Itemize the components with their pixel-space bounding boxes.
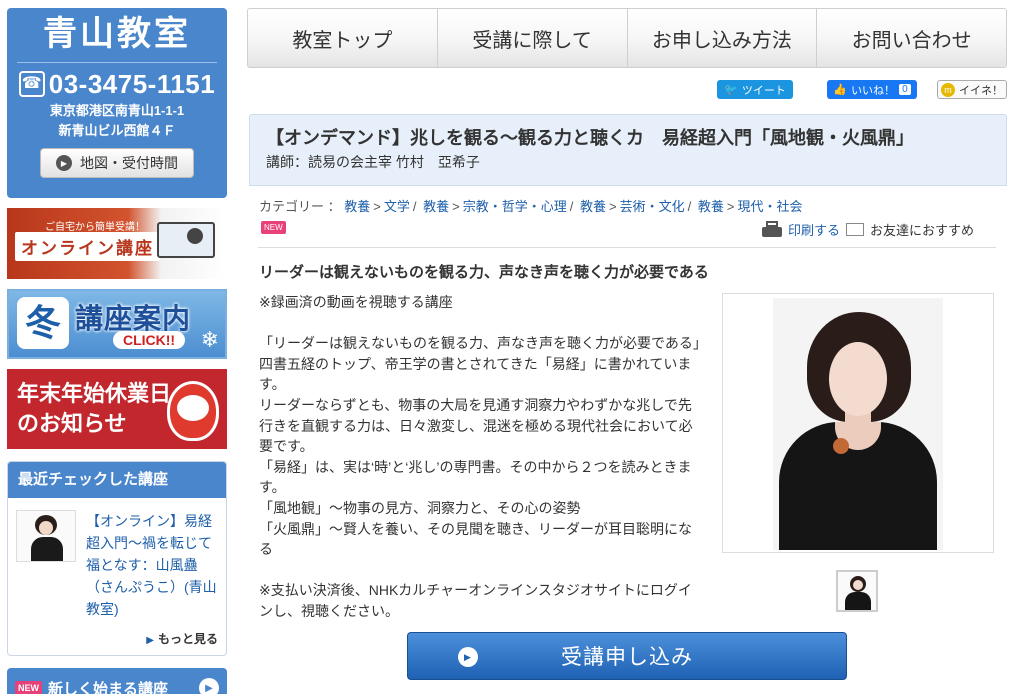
course-instructor: 講師：読易の会主宰 竹村 亞希子 [266, 154, 480, 170]
play-icon: ▶ [458, 647, 478, 667]
course-title: 【オンデマンド】兆しを観る～観る力と聴くカ 易経超入門「風地観・火風鼎」 [266, 128, 914, 148]
course-header: 【オンデマンド】兆しを観る～観る力と聴くカ 易経超入門「風地観・火風鼎」 講師：… [249, 114, 1007, 186]
nav-contact[interactable]: お問い合わせ [817, 9, 1006, 67]
phone-icon: ☎ [18, 71, 45, 97]
online-course-banner[interactable]: ご自宅から簡単受講！ オンライン講座 [7, 208, 227, 279]
description-line [259, 560, 705, 581]
snowflake-icon: ❄ [200, 327, 219, 352]
phone-number[interactable]: 03-3475-1151 [49, 69, 215, 99]
person-icon [187, 228, 203, 244]
play-icon: ▶ [56, 155, 72, 171]
mixi-iine-button[interactable]: m イイネ！ [937, 80, 1007, 99]
apply-label: 受講申し込み [561, 646, 693, 669]
left-sidebar: 青山教室 ☎ 03-3475-1151 東京都港区南青山1-1-1 新青山ビル西… [7, 8, 227, 694]
recent-item-thumbnail[interactable] [16, 510, 76, 562]
category-link[interactable]: 現代・社会 [737, 199, 802, 214]
description-line: 四書五経のトップ、帝王学の書とされてきた「易経」に書かれています。 [259, 355, 692, 393]
new-courses-header[interactable]: NEW 新しく始まる講座 ▶ [7, 668, 227, 694]
description-line [259, 313, 705, 334]
print-link[interactable]: 印刷する [762, 220, 840, 239]
mail-icon [846, 223, 864, 236]
recent-item: 【オンライン】易経超入門〜禍を転じて福となす：山風蠱（さんぷうこ）(青山教室) [8, 498, 226, 626]
map-hours-button[interactable]: ▶ 地図・受付時間 [40, 148, 194, 178]
description-line: ※録画済の動画を視聴する講座 [259, 294, 453, 310]
description-line: 「易経」は、実は‘時’と‘兆し’の専門書。その中から２つを読みときます。 [259, 458, 692, 496]
holiday-line-2: のお知らせ [17, 411, 127, 436]
category-link[interactable]: 宗教・哲学・心理 [463, 199, 567, 214]
new-courses-title: 新しく始まる講座 [48, 680, 169, 694]
course-lead: リーダーは観えないものを観る力、声なき声を聴く力が必要である [259, 264, 709, 281]
nav-classroom-top[interactable]: 教室トップ [248, 9, 438, 67]
new-badge: NEW [15, 681, 42, 694]
instructor-photo-image [773, 298, 943, 550]
divider [17, 62, 217, 63]
school-info-box: 青山教室 ☎ 03-3475-1151 東京都港区南青山1-1-1 新青山ビル西… [7, 8, 227, 198]
map-hours-label: 地図・受付時間 [80, 155, 178, 171]
address: 東京都港区南青山1-1-1 新青山ビル西館４Ｆ [7, 101, 227, 141]
instructor-photo[interactable] [722, 293, 994, 553]
twitter-bird-icon: 🐦 [724, 84, 738, 96]
see-more-label: もっと見る [157, 632, 218, 646]
print-label[interactable]: 印刷する [788, 220, 840, 239]
description-line: 「リーダーは観えないものを観る力、声なき声を聴く力が必要である」 [259, 335, 707, 352]
nav-how-to-apply[interactable]: お申し込み方法 [628, 9, 818, 67]
recently-viewed: 最近チェックした講座 【オンライン】易経超入門〜禍を転じて福となす：山風蠱（さん… [7, 461, 227, 656]
phone-row: ☎ 03-3475-1151 [7, 69, 227, 99]
online-banner-subtext: ご自宅から簡単受講！ [45, 222, 145, 233]
apply-button[interactable]: ▶ 受講申し込み [407, 632, 847, 680]
triangle-right-icon: ▶ [146, 635, 154, 646]
top-nav: 教室トップ 受講に際して お申し込み方法 お問い合わせ [247, 8, 1007, 68]
course-description: ※録画済の動画を視聴する講座 「リーダーは観えないものを観る力、声なき声を聴く力… [259, 292, 707, 622]
category-link[interactable]: 教養 [698, 199, 724, 214]
school-name[interactable]: 青山教室 [7, 14, 227, 54]
printer-icon [762, 220, 782, 239]
category-link[interactable]: 文学 [384, 199, 410, 214]
mixi-icon: m [941, 82, 955, 97]
like-count: 0 [899, 84, 911, 95]
tweet-button[interactable]: 🐦 ツイート [717, 80, 793, 99]
online-banner-label: オンライン講座 [15, 232, 160, 261]
facebook-like-button[interactable]: 👍 いいね！ 0 [827, 80, 917, 99]
photo-thumbnail[interactable] [836, 570, 878, 612]
recommend-label[interactable]: お友達におすすめ [870, 220, 974, 239]
category-breadcrumb: カテゴリー ： 教養 > 文学 / 教養 > 宗教・哲学・心理 / 教養 > 芸術・文化 / 教養… [259, 199, 803, 214]
category-link[interactable]: 教養 [344, 199, 370, 214]
holiday-notice-banner[interactable]: 年末年始休業日 のお知らせ [7, 369, 227, 449]
category-link[interactable]: 教養 [423, 199, 449, 214]
nav-enrollment-notes[interactable]: 受講に際して [438, 9, 628, 67]
address-line-1: 東京都港区南青山1-1-1 [49, 103, 185, 118]
play-icon: ▶ [199, 678, 219, 694]
holiday-line-1: 年末年始休業日 [17, 381, 172, 406]
laptop-icon [157, 222, 215, 258]
like-label: いいね！ [851, 84, 896, 97]
recently-viewed-title: 最近チェックした講座 [8, 462, 226, 498]
description-line: リーダーならずとも、物事の大局を見通す洞察力やわずかな兆しで先行きを直観する力は… [259, 396, 693, 455]
recent-item-link[interactable]: 【オンライン】易経超入門〜禍を転じて福となす：山風蠱（さんぷうこ）(青山教室) [86, 510, 218, 620]
new-badge: NEW [261, 221, 286, 234]
description-line: 「火風鼎」～賢人を養い、その見聞を聴き、リーダーが耳目聡明になる [259, 520, 693, 558]
thumb-body [31, 537, 63, 561]
winter-char: 冬 [17, 297, 69, 349]
description-line: 「風地観」～物事の見方、洞察力と、その心の姿勢 [259, 499, 581, 516]
holiday-banner-text: 年末年始休業日 のお知らせ [17, 379, 171, 439]
category-label: カテゴリー ： [259, 199, 341, 214]
winter-course-banner[interactable]: 冬 講座案内 CLICK!! ❄ [7, 289, 227, 359]
winter-banner-click: CLICK!! [113, 331, 186, 349]
daruma-face [177, 395, 209, 421]
category-link[interactable]: 芸術・文化 [620, 199, 685, 214]
tweet-label: ツイート [741, 84, 786, 97]
recommend-to-friend-link[interactable]: お友達におすすめ [846, 220, 974, 239]
thumb-face [39, 521, 53, 535]
description-line: ※支払い決済後、NHKカルチャーオンラインスタジオサイトにログインし、視聴くださ… [259, 582, 692, 619]
thumbs-up-icon: 👍 [833, 84, 848, 96]
divider [258, 247, 996, 248]
see-more-link[interactable]: ▶ もっと見る [8, 626, 226, 655]
category-link[interactable]: 教養 [580, 199, 606, 214]
address-line-2: 新青山ビル西館４Ｆ [58, 123, 176, 138]
iine-label: イイネ！ [959, 84, 1003, 97]
